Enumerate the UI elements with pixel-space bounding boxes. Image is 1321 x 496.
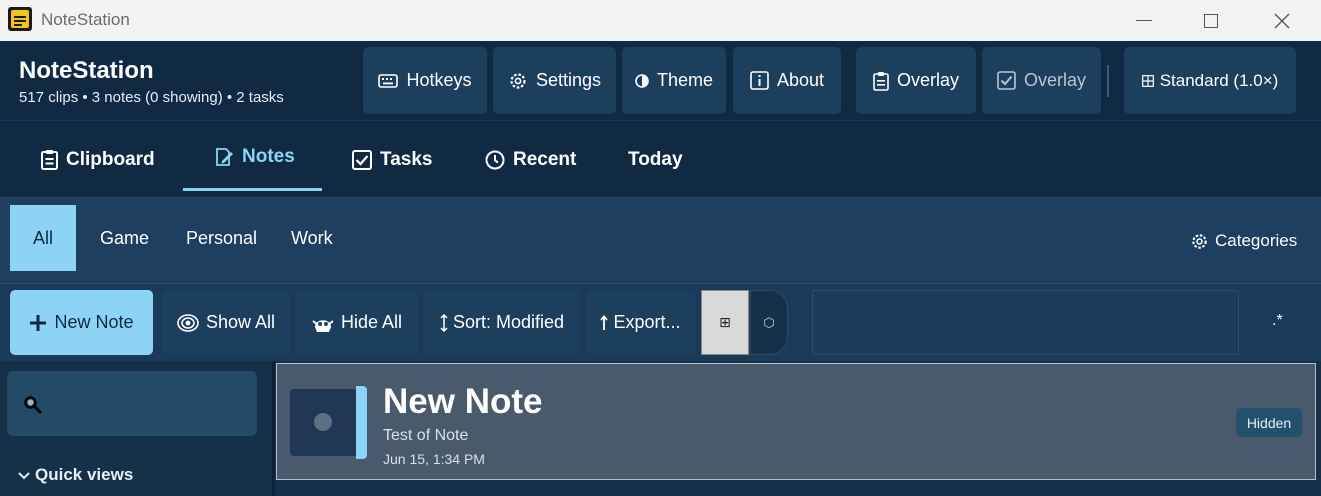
categories-label: Categories	[1215, 231, 1298, 250]
sidebar: Quick views	[0, 361, 272, 496]
hotkeys-label: Hotkeys	[406, 70, 472, 90]
hotkeys-button[interactable]: Hotkeys	[363, 47, 487, 114]
categories-button[interactable]: Categories	[1190, 231, 1297, 251]
export-button[interactable]: Export...	[586, 290, 695, 355]
tab-clipboard[interactable]: Clipboard	[41, 121, 155, 198]
plus-icon	[30, 314, 47, 331]
scale-label: Standard (1.0×)	[1159, 70, 1279, 90]
note-accent-bar	[356, 386, 367, 459]
tab-recent[interactable]: Recent	[485, 121, 576, 198]
gear-icon	[510, 72, 526, 89]
window-title-bar: NoteStation	[0, 0, 1321, 41]
show-all-button[interactable]: Show All	[162, 290, 290, 355]
note-thumbnail	[290, 389, 357, 456]
sort-arrows-icon	[440, 313, 448, 332]
main-tabs: Clipboard Notes Tasks Recent Today	[0, 120, 1321, 197]
minimize-icon	[1136, 20, 1152, 21]
info-icon	[750, 71, 769, 90]
notes-list: New Note Test of Note Jun 15, 1:34 PM Hi…	[275, 361, 1321, 496]
gear-icon	[1192, 233, 1207, 249]
about-label: About	[776, 70, 825, 90]
tab-notes[interactable]: Notes	[214, 118, 295, 195]
hide-face-icon	[312, 319, 334, 332]
new-note-label: New Note	[54, 312, 134, 332]
app-header: NoteStation 517 clips • 3 notes (0 showi…	[0, 41, 1321, 120]
app-logo-icon	[8, 7, 32, 31]
regex-toggle[interactable]: .*	[1272, 312, 1283, 330]
tab-today[interactable]: Today	[628, 121, 683, 198]
theme-label: Theme	[656, 70, 714, 90]
sort-button[interactable]: Sort: Modified	[424, 290, 580, 355]
app-name: NoteStation	[19, 57, 154, 84]
settings-button[interactable]: Settings	[493, 47, 616, 114]
close-button[interactable]	[1252, 0, 1312, 41]
maximize-button[interactable]	[1181, 0, 1241, 41]
header-separator	[1107, 65, 1109, 97]
sort-label: Sort: Modified	[452, 312, 565, 332]
tab-today-label: Today	[628, 148, 683, 170]
sidebar-search-input[interactable]	[7, 371, 257, 436]
minimize-button[interactable]	[1114, 0, 1174, 41]
tab-recent-label: Recent	[513, 148, 577, 170]
active-tab-indicator	[183, 188, 322, 191]
maximize-icon	[1204, 13, 1218, 28]
notes-search-input[interactable]	[812, 290, 1239, 355]
hexagon-icon: ⬡	[763, 314, 775, 330]
note-card[interactable]: New Note Test of Note Jun 15, 1:34 PM Hi…	[276, 363, 1316, 480]
grid-icon	[1141, 74, 1154, 87]
clipboard-icon	[41, 150, 58, 170]
quick-views-label: Quick views	[35, 465, 134, 484]
theme-button[interactable]: Theme	[622, 47, 726, 114]
grid-view-toggle[interactable]: ⊞	[701, 290, 749, 355]
hide-all-label: Hide All	[340, 312, 403, 332]
note-color-dot-icon	[314, 413, 332, 431]
edit-note-icon	[216, 147, 233, 166]
checkbox-icon	[997, 71, 1016, 90]
about-button[interactable]: About	[733, 47, 841, 114]
keyboard-icon	[378, 73, 399, 88]
quick-views-toggle[interactable]: Quick views	[17, 465, 133, 485]
overlay-check-label: Overlay	[1023, 70, 1086, 90]
grid-icon: ⊞	[719, 314, 731, 330]
category-personal[interactable]: Personal	[186, 205, 257, 271]
tab-notes-label: Notes	[242, 145, 295, 167]
tab-tasks[interactable]: Tasks	[352, 121, 432, 198]
half-circle-icon	[635, 73, 649, 88]
clock-icon	[485, 150, 505, 169]
target-icon	[177, 313, 199, 332]
note-date: Jun 15, 1:34 PM	[383, 451, 485, 467]
hex-view-toggle[interactable]: ⬡	[750, 290, 788, 355]
status-badge: Hidden	[1236, 408, 1302, 437]
search-icon	[24, 396, 42, 414]
category-bar: All Game Personal Work Categories	[0, 197, 1321, 283]
show-all-label: Show All	[205, 312, 276, 332]
settings-label: Settings	[535, 70, 602, 90]
clipboard-icon	[873, 71, 889, 91]
scale-button[interactable]: Standard (1.0×)	[1124, 47, 1296, 114]
window-title: NoteStation	[41, 10, 130, 29]
close-icon	[1274, 13, 1290, 28]
new-note-button[interactable]: New Note	[10, 290, 153, 355]
tab-tasks-label: Tasks	[380, 148, 433, 170]
checkbox-icon	[352, 149, 372, 170]
overlay-note-label: Overlay	[896, 70, 959, 90]
hide-all-button[interactable]: Hide All	[296, 290, 418, 355]
notes-toolbar: New Note Show All Hide All Sort: Modifie…	[0, 283, 1321, 361]
category-game[interactable]: Game	[100, 205, 149, 271]
category-all[interactable]: All	[10, 205, 76, 271]
tab-clipboard-label: Clipboard	[66, 148, 155, 170]
note-content-preview: Test of Note	[383, 427, 469, 444]
overlay-check-button[interactable]: Overlay	[982, 47, 1101, 114]
overlay-note-button[interactable]: Overlay	[856, 47, 976, 114]
category-work[interactable]: Work	[291, 205, 333, 271]
chevron-down-icon	[18, 472, 30, 480]
stats-summary: 517 clips • 3 notes (0 showing) • 2 task…	[19, 89, 284, 106]
note-title: New Note	[383, 382, 543, 421]
upload-arrow-icon	[600, 314, 609, 330]
export-label: Export...	[613, 312, 681, 332]
